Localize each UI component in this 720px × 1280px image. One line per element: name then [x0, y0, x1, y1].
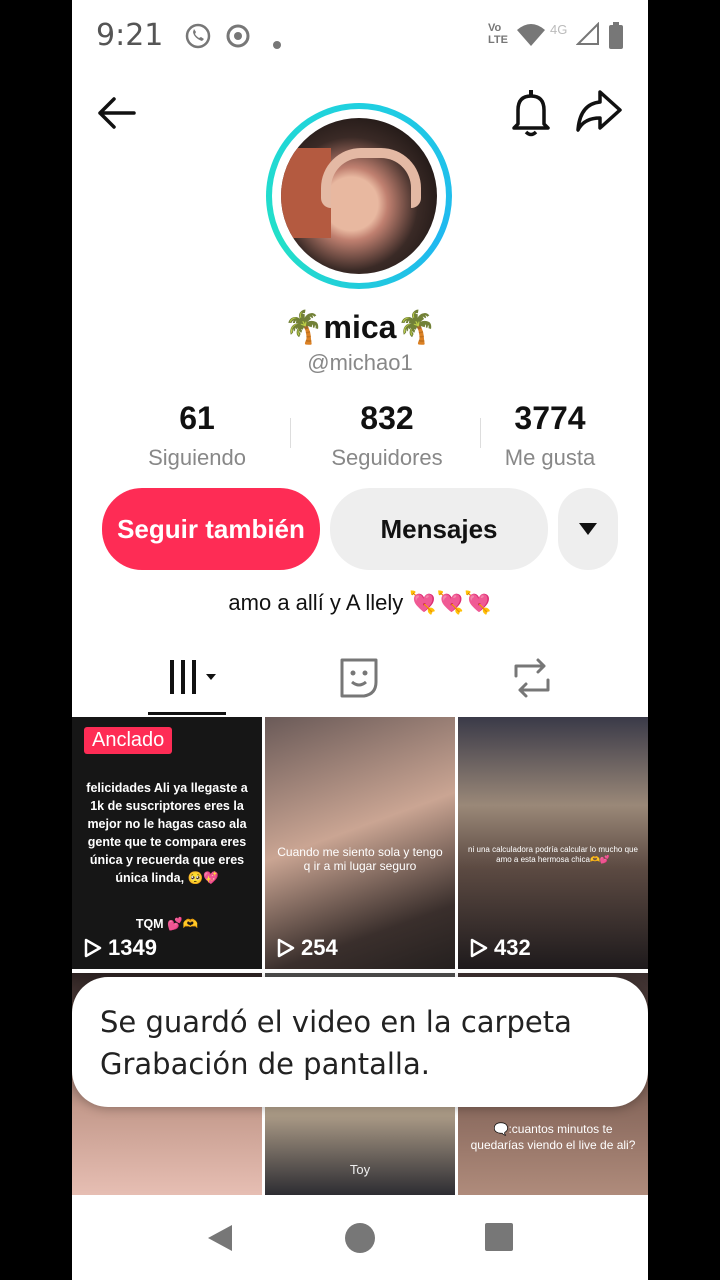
profile-bio: amo a allí y A llely 💘💘💘	[228, 590, 492, 615]
avatar-heart-hands	[321, 148, 421, 208]
view-count-value: 1349	[108, 935, 157, 960]
pinned-badge: Anclado	[84, 727, 173, 754]
play-icon	[470, 938, 488, 958]
video-tile[interactable]: Anclado felicidades Ali ya llegaste a 1k…	[72, 717, 262, 969]
stat-followers[interactable]: 832 Seguidores	[312, 400, 462, 471]
video-grid: Anclado felicidades Ali ya llegaste a 1k…	[72, 717, 648, 1197]
follow-back-button[interactable]: Seguir también	[102, 488, 320, 570]
toast-message: Se guardó el video en la carpeta Grabaci…	[100, 1005, 572, 1081]
more-options-button[interactable]	[558, 488, 618, 570]
profile-handle: @michao1	[307, 350, 413, 375]
tab-indicator	[148, 712, 226, 715]
video-caption: ni una calculadora podría calcular lo mu…	[468, 845, 638, 864]
bell-icon[interactable]	[508, 88, 554, 137]
nav-recents-icon[interactable]	[485, 1223, 513, 1251]
video-tile[interactable]: ni una calculadora podría calcular lo mu…	[458, 717, 648, 969]
notification-dot-icon	[272, 30, 282, 56]
view-count: 432	[470, 935, 531, 961]
system-nav-bar	[72, 1195, 648, 1280]
stat-following[interactable]: 61 Siguiendo	[122, 400, 272, 471]
share-icon[interactable]	[574, 88, 624, 134]
whatsapp-icon	[184, 22, 212, 56]
stat-value: 832	[360, 400, 414, 436]
video-caption: Cuando me siento sola y tengo q ir a mi …	[277, 845, 443, 873]
stat-divider	[290, 418, 291, 448]
volte-icon: Vo LTE	[488, 22, 508, 46]
cell-signal-icon	[575, 21, 600, 52]
caret-down-icon	[579, 523, 597, 535]
video-caption: Toy	[349, 1162, 371, 1177]
view-count-value: 432	[494, 935, 531, 960]
wifi-icon	[516, 22, 546, 54]
stat-label: Siguiendo	[148, 445, 246, 470]
status-bar: 9:21 Vo LTE 4G	[72, 0, 648, 72]
back-arrow-icon[interactable]	[94, 90, 140, 136]
view-count: 254	[277, 935, 338, 961]
stat-value: 61	[179, 400, 215, 436]
video-caption-footer: TQM 💕🫶	[135, 917, 199, 931]
avatar-image	[281, 118, 437, 274]
stat-label: Me gusta	[504, 445, 596, 470]
profile-name: 🌴mica🌴	[283, 309, 437, 345]
stat-label: Seguidores	[331, 445, 443, 470]
favorites-icon[interactable]	[330, 656, 390, 700]
message-button[interactable]: Mensajes	[330, 488, 548, 570]
network-type: 4G	[550, 22, 568, 37]
avatar-border	[272, 109, 446, 283]
video-tile[interactable]: Cuando me siento sola y tengo q ir a mi …	[265, 717, 455, 969]
videos-grid-icon[interactable]	[166, 656, 226, 700]
stat-value: 3774	[514, 400, 586, 436]
app-screen: 9:21 Vo LTE 4G 🌴mica🌴 @michao1 61 Siguie…	[72, 0, 648, 1280]
view-count-value: 254	[301, 935, 338, 960]
play-icon	[277, 938, 295, 958]
play-icon	[84, 938, 102, 958]
nav-back-icon[interactable]	[204, 1223, 234, 1258]
status-time: 9:21	[96, 18, 164, 53]
battery-icon	[608, 22, 624, 56]
video-caption: felicidades Ali ya llegaste a 1k de susc…	[86, 781, 248, 885]
nav-home-icon[interactable]	[345, 1223, 375, 1253]
stat-likes: 3774 Me gusta	[475, 400, 625, 471]
reposts-icon[interactable]	[502, 656, 562, 700]
video-caption: 🗨️:cuantos minutos te quedarías viendo e…	[470, 1122, 636, 1152]
screen-record-icon	[224, 22, 252, 56]
avatar[interactable]	[266, 103, 452, 289]
toast-notification: Se guardó el video en la carpeta Grabaci…	[72, 977, 648, 1107]
view-count: 1349	[84, 935, 157, 961]
